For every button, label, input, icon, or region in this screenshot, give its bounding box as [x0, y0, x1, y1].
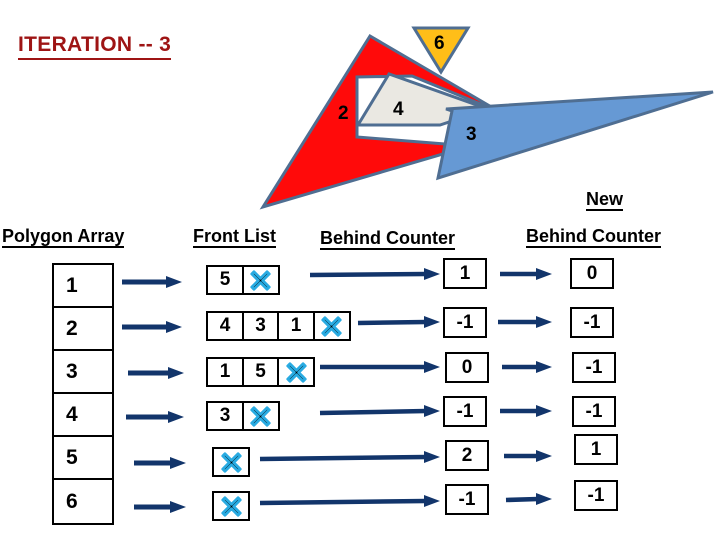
arrow-array-to-front-6 [134, 500, 188, 514]
arrow-array-to-front-5 [134, 456, 188, 470]
polygon-array-cell: 5 [54, 437, 112, 480]
header-polygon-array: Polygon Array [2, 226, 125, 248]
front-list-cell: 1 [277, 311, 315, 341]
polygon-array-cell: 6 [66, 489, 78, 513]
arrow-behind-to-new-5 [504, 449, 554, 463]
front-list-row: 4 3 1 [206, 311, 351, 341]
header-behind-counter: Behind Counter [320, 228, 455, 250]
new-behind-counter-box: -1 [572, 352, 616, 383]
front-list-cell: 5 [206, 265, 244, 295]
front-list-row: 3 [206, 401, 280, 431]
header-new: New [586, 189, 624, 211]
x-icon [220, 451, 242, 473]
front-list-row: 1 5 [206, 357, 315, 387]
front-list-row [212, 447, 250, 477]
polygon-array-table: 1 2 3 4 5 6 [52, 263, 114, 525]
polygon-label-2: 2 [338, 103, 349, 124]
front-list-row [212, 491, 250, 521]
new-behind-counter-box: 0 [570, 258, 614, 289]
front-list-null-cell [241, 265, 280, 295]
polygon-label-4: 4 [393, 99, 404, 120]
x-icon [285, 361, 307, 383]
new-behind-counter-box: -1 [570, 307, 614, 338]
new-behind-counter-box: -1 [572, 396, 616, 427]
arrow-front-to-behind-4 [319, 404, 442, 418]
behind-counter-box: 0 [445, 352, 489, 383]
arrow-behind-to-new-4 [500, 404, 554, 418]
arrow-array-to-front-4 [126, 410, 186, 424]
front-list-null-cell [212, 491, 250, 521]
polygon-array-cell: 2 [54, 308, 112, 351]
arrow-behind-to-new-2 [498, 315, 554, 329]
x-icon [321, 315, 342, 337]
front-list-cell: 4 [206, 311, 244, 341]
front-list-null-cell [212, 447, 250, 477]
behind-counter-box: 2 [445, 440, 489, 471]
behind-counter-box: -1 [445, 484, 489, 515]
behind-counter-box: -1 [443, 307, 487, 338]
front-list-null-cell [241, 401, 280, 431]
front-list-cell: 3 [206, 401, 244, 431]
polygon-array-cell: 3 [54, 351, 112, 394]
new-behind-counter-box: -1 [574, 480, 618, 511]
arrow-array-to-front-3 [128, 366, 186, 380]
x-icon [220, 495, 242, 517]
front-list-cell: 1 [206, 357, 244, 387]
header-new-behind-counter: Behind Counter [526, 226, 661, 248]
arrow-front-to-behind-2 [357, 315, 442, 329]
new-behind-counter-box: 1 [574, 434, 618, 465]
arrow-behind-to-new-1 [500, 267, 554, 281]
arrow-array-to-front-2 [122, 320, 184, 334]
front-list-row: 5 [206, 265, 280, 295]
polygon-array-cell: 4 [54, 394, 112, 437]
polygon-label-3: 3 [466, 124, 477, 145]
arrow-front-to-behind-3 [320, 360, 442, 374]
arrow-behind-to-new-6 [505, 492, 554, 506]
slide-canvas: ITERATION -- 3 2 4 3 6 Polygon Array Fro… [0, 0, 720, 540]
arrow-array-to-front-1 [122, 275, 184, 289]
arrow-behind-to-new-3 [502, 360, 554, 374]
arrow-front-to-behind-5 [259, 450, 442, 464]
x-icon [250, 405, 271, 427]
behind-counter-box: -1 [443, 396, 487, 427]
x-icon [250, 269, 271, 291]
polygon-array-cell: 1 [54, 265, 112, 308]
front-list-null-cell [312, 311, 351, 341]
behind-counter-box: 1 [443, 258, 487, 289]
header-front-list: Front List [193, 226, 276, 248]
front-list-cell: 5 [241, 357, 280, 387]
front-list-null-cell [277, 357, 315, 387]
arrow-front-to-behind-1 [309, 267, 442, 281]
arrow-front-to-behind-6 [259, 494, 442, 508]
front-list-cell: 3 [241, 311, 280, 341]
polygon-label-6: 6 [434, 33, 445, 54]
